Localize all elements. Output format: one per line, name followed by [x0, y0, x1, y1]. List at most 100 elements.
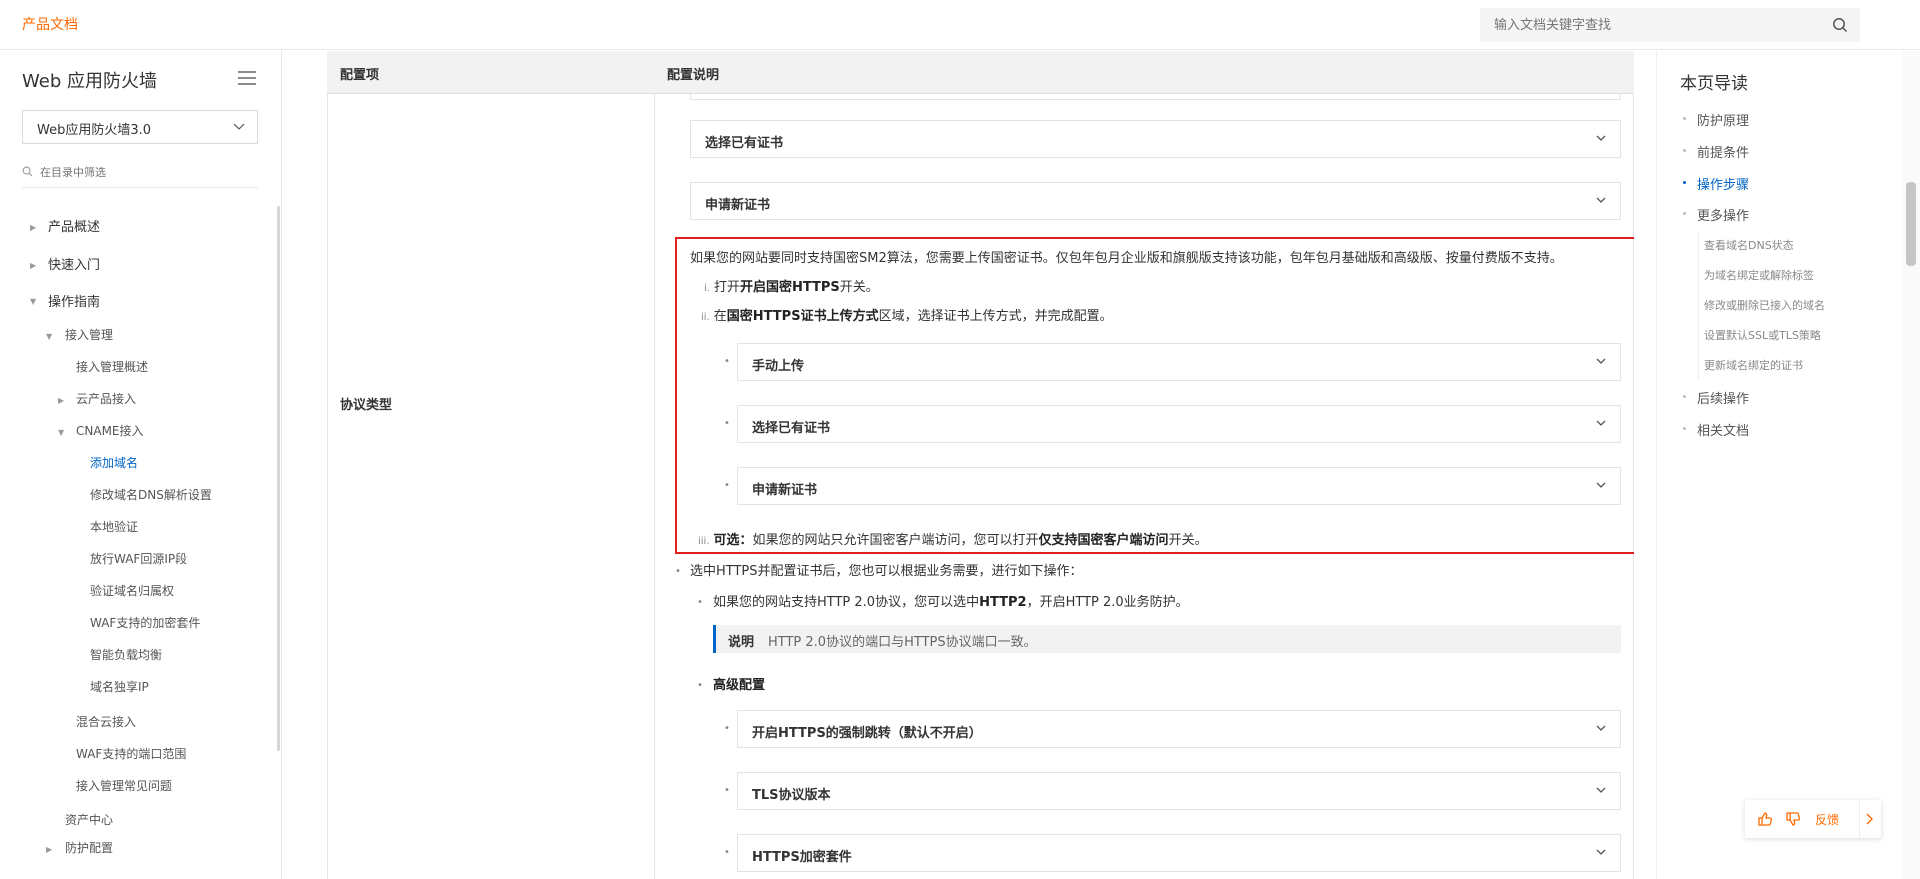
sidebar-title: Web 应用防火墙 — [22, 71, 157, 92]
thumbs-up-icon[interactable] — [1757, 811, 1773, 827]
sidebar-item-load-balance[interactable]: 智能负载均衡 — [90, 646, 162, 663]
column-header-config-item: 配置项 — [340, 68, 380, 83]
sidebar-item-add-domain[interactable]: 添加域名 — [90, 454, 138, 471]
table-header: 配置项 配置说明 — [327, 51, 1634, 94]
step-text: 区域，选择证书上传方式，并完成配置。 — [878, 309, 1113, 324]
main-content: 配置项 配置说明 协议类型 选择已有证书 申请新证书 如果您的网站要同时支持国密… — [327, 51, 1634, 879]
toc-item-operation-steps[interactable]: 操作步骤 — [1697, 174, 1749, 193]
toc-bullet — [1683, 117, 1686, 120]
version-select[interactable]: Web应用防火墙3.0 — [22, 110, 258, 144]
collapse-apply-new-cert[interactable]: 申请新证书 — [690, 182, 1621, 220]
ui-term-open-sm-https: 开启国密HTTPS — [739, 280, 840, 295]
bullet: • — [724, 418, 730, 429]
collapse-select-existing-cert-2[interactable]: 选择已有证书 — [737, 405, 1621, 443]
collapse-tls-version[interactable]: TLS协议版本 — [737, 772, 1621, 810]
toc-item-prerequisites[interactable]: 前提条件 — [1697, 142, 1749, 161]
feedback-expand-button[interactable] — [1859, 800, 1881, 838]
toc-item-related-docs[interactable]: 相关文档 — [1697, 420, 1749, 439]
sidebar-item-access-management[interactable]: 接入管理 — [65, 326, 113, 343]
toc-item-modify-delete-domain[interactable]: 修改或删除已接入的域名 — [1704, 297, 1825, 313]
step-number: iii. — [698, 536, 710, 547]
sidebar-item-local-verify[interactable]: 本地验证 — [90, 518, 138, 535]
expand-right-icon[interactable]: ▶ — [58, 396, 64, 405]
chevron-down-icon — [1596, 358, 1606, 364]
bullet: • — [697, 597, 703, 608]
note-title: 说明 — [728, 635, 755, 650]
chevron-down-icon — [1596, 135, 1606, 141]
collapse-force-https-redirect[interactable]: 开启HTTPS的强制跳转（默认不开启） — [737, 710, 1621, 748]
sidebar-item-allow-origin-ip[interactable]: 放行WAF回源IP段 — [90, 550, 187, 567]
sidebar-item-hybrid-cloud[interactable]: 混合云接入 — [76, 713, 136, 730]
sidebar-item-cipher-suites[interactable]: WAF支持的加密套件 — [90, 614, 200, 631]
expand-right-icon[interactable]: ▶ — [30, 223, 36, 232]
sidebar-item-access-faq[interactable]: 接入管理常见问题 — [76, 777, 172, 794]
toc-bullet — [1683, 395, 1686, 398]
sidebar-item-port-range[interactable]: WAF支持的端口范围 — [76, 745, 186, 762]
toc-bullet — [1683, 181, 1686, 184]
scrollbar-thumb[interactable] — [1906, 182, 1916, 266]
sidebar-item-verify-ownership[interactable]: 验证域名归属权 — [90, 582, 174, 599]
collapse-label: 选择已有证书 — [705, 136, 784, 151]
sidebar-item-access-overview[interactable]: 接入管理概述 — [76, 358, 148, 375]
feedback-button[interactable]: 反馈 — [1815, 811, 1839, 828]
ui-term-sm-client-only: 仅支持国密客户端访问 — [1038, 533, 1169, 548]
collapse-panel-partial — [690, 94, 1621, 100]
search-box[interactable] — [1480, 8, 1860, 42]
expand-down-icon[interactable]: ▼ — [58, 428, 64, 437]
sidebar-item-operation-guide[interactable]: 操作指南 — [48, 291, 100, 310]
toc-item-view-dns-status[interactable]: 查看域名DNS状态 — [1704, 237, 1794, 253]
collapse-label: 手动上传 — [752, 359, 805, 374]
toc-item-more-operations[interactable]: 更多操作 — [1697, 205, 1749, 224]
http2-text: 如果您的网站支持HTTP 2.0协议，您可以选中HTTP2，开启HTTP 2.0… — [713, 591, 1189, 610]
chevron-down-icon — [1596, 787, 1606, 793]
toc-item-bind-tags[interactable]: 为域名绑定或解除标签 — [1704, 267, 1814, 283]
sidebar-item-exclusive-ip[interactable]: 域名独享IP — [90, 678, 149, 695]
filter-box[interactable] — [22, 158, 258, 188]
advanced-config-heading: 高级配置 — [713, 674, 765, 693]
expand-down-icon[interactable]: ▼ — [46, 332, 52, 341]
step-text: 打开 — [713, 280, 740, 295]
collapse-apply-new-cert-2[interactable]: 申请新证书 — [737, 467, 1621, 505]
sidebar-scrollbar[interactable] — [277, 206, 280, 751]
sidebar-item-quick-start[interactable]: 快速入门 — [48, 254, 100, 273]
sidebar-item-asset-center[interactable]: 资产中心 — [65, 811, 113, 828]
https-after-text: 选中HTTPS并配置证书后，您也可以根据业务需要，进行如下操作： — [690, 564, 1083, 579]
sidebar-item-modify-dns[interactable]: 修改域名DNS解析设置 — [90, 486, 212, 503]
menu-icon[interactable] — [238, 71, 256, 85]
sidebar-item-cname-access[interactable]: CNAME接入 — [76, 422, 144, 439]
step-text: 开关。 — [1168, 533, 1208, 548]
version-select-value: Web应用防火墙3.0 — [37, 123, 152, 138]
collapse-label: 申请新证书 — [752, 483, 818, 498]
filter-input[interactable] — [40, 160, 250, 184]
page-toc: 本页导读 防护原理 前提条件 操作步骤 更多操作 查看域名DNS状态 为域名绑定… — [1656, 51, 1876, 879]
collapse-select-existing-cert[interactable]: 选择已有证书 — [690, 120, 1621, 158]
sidebar-item-protection-config[interactable]: 防护配置 — [65, 839, 113, 856]
expand-down-icon[interactable]: ▼ — [30, 297, 36, 306]
expand-right-icon[interactable]: ▶ — [30, 261, 36, 270]
toc-item-update-cert[interactable]: 更新域名绑定的证书 — [1704, 357, 1803, 373]
bullet: • — [724, 480, 730, 491]
ui-term-sm-cert-upload: 国密HTTPS证书上传方式 — [726, 309, 879, 324]
step-number: i. — [704, 283, 710, 294]
ui-term-http2: HTTP2 — [979, 595, 1027, 610]
expand-right-icon[interactable]: ▶ — [46, 845, 52, 854]
page-scrollbar[interactable] — [1902, 51, 1920, 879]
collapse-manual-upload[interactable]: 手动上传 — [737, 343, 1621, 381]
toc-item-protection-principle[interactable]: 防护原理 — [1697, 110, 1749, 129]
search-input[interactable] — [1480, 8, 1820, 42]
http2-text-post: ，开启HTTP 2.0业务防护。 — [1026, 595, 1189, 610]
toc-item-default-ssl-tls[interactable]: 设置默认SSL或TLS策略 — [1704, 327, 1821, 343]
collapse-label: 申请新证书 — [705, 198, 771, 213]
toc-bullet — [1683, 427, 1686, 430]
search-icon[interactable] — [1832, 17, 1848, 33]
product-docs-link[interactable]: 产品文档 — [22, 14, 78, 34]
toc-item-follow-up[interactable]: 后续操作 — [1697, 388, 1749, 407]
collapse-https-cipher[interactable]: HTTPS加密套件 — [737, 834, 1621, 872]
toc-sub-line — [1698, 231, 1699, 379]
thumbs-down-icon[interactable] — [1785, 811, 1801, 827]
note-text: HTTP 2.0协议的端口与HTTPS协议端口一致。 — [768, 635, 1037, 650]
sidebar-item-cloud-product-access[interactable]: 云产品接入 — [76, 390, 136, 407]
collapse-label: 开启HTTPS的强制跳转（默认不开启） — [752, 726, 982, 741]
sidebar-item-product-overview[interactable]: 产品概述 — [48, 216, 100, 235]
column-header-config-desc: 配置说明 — [667, 68, 720, 83]
